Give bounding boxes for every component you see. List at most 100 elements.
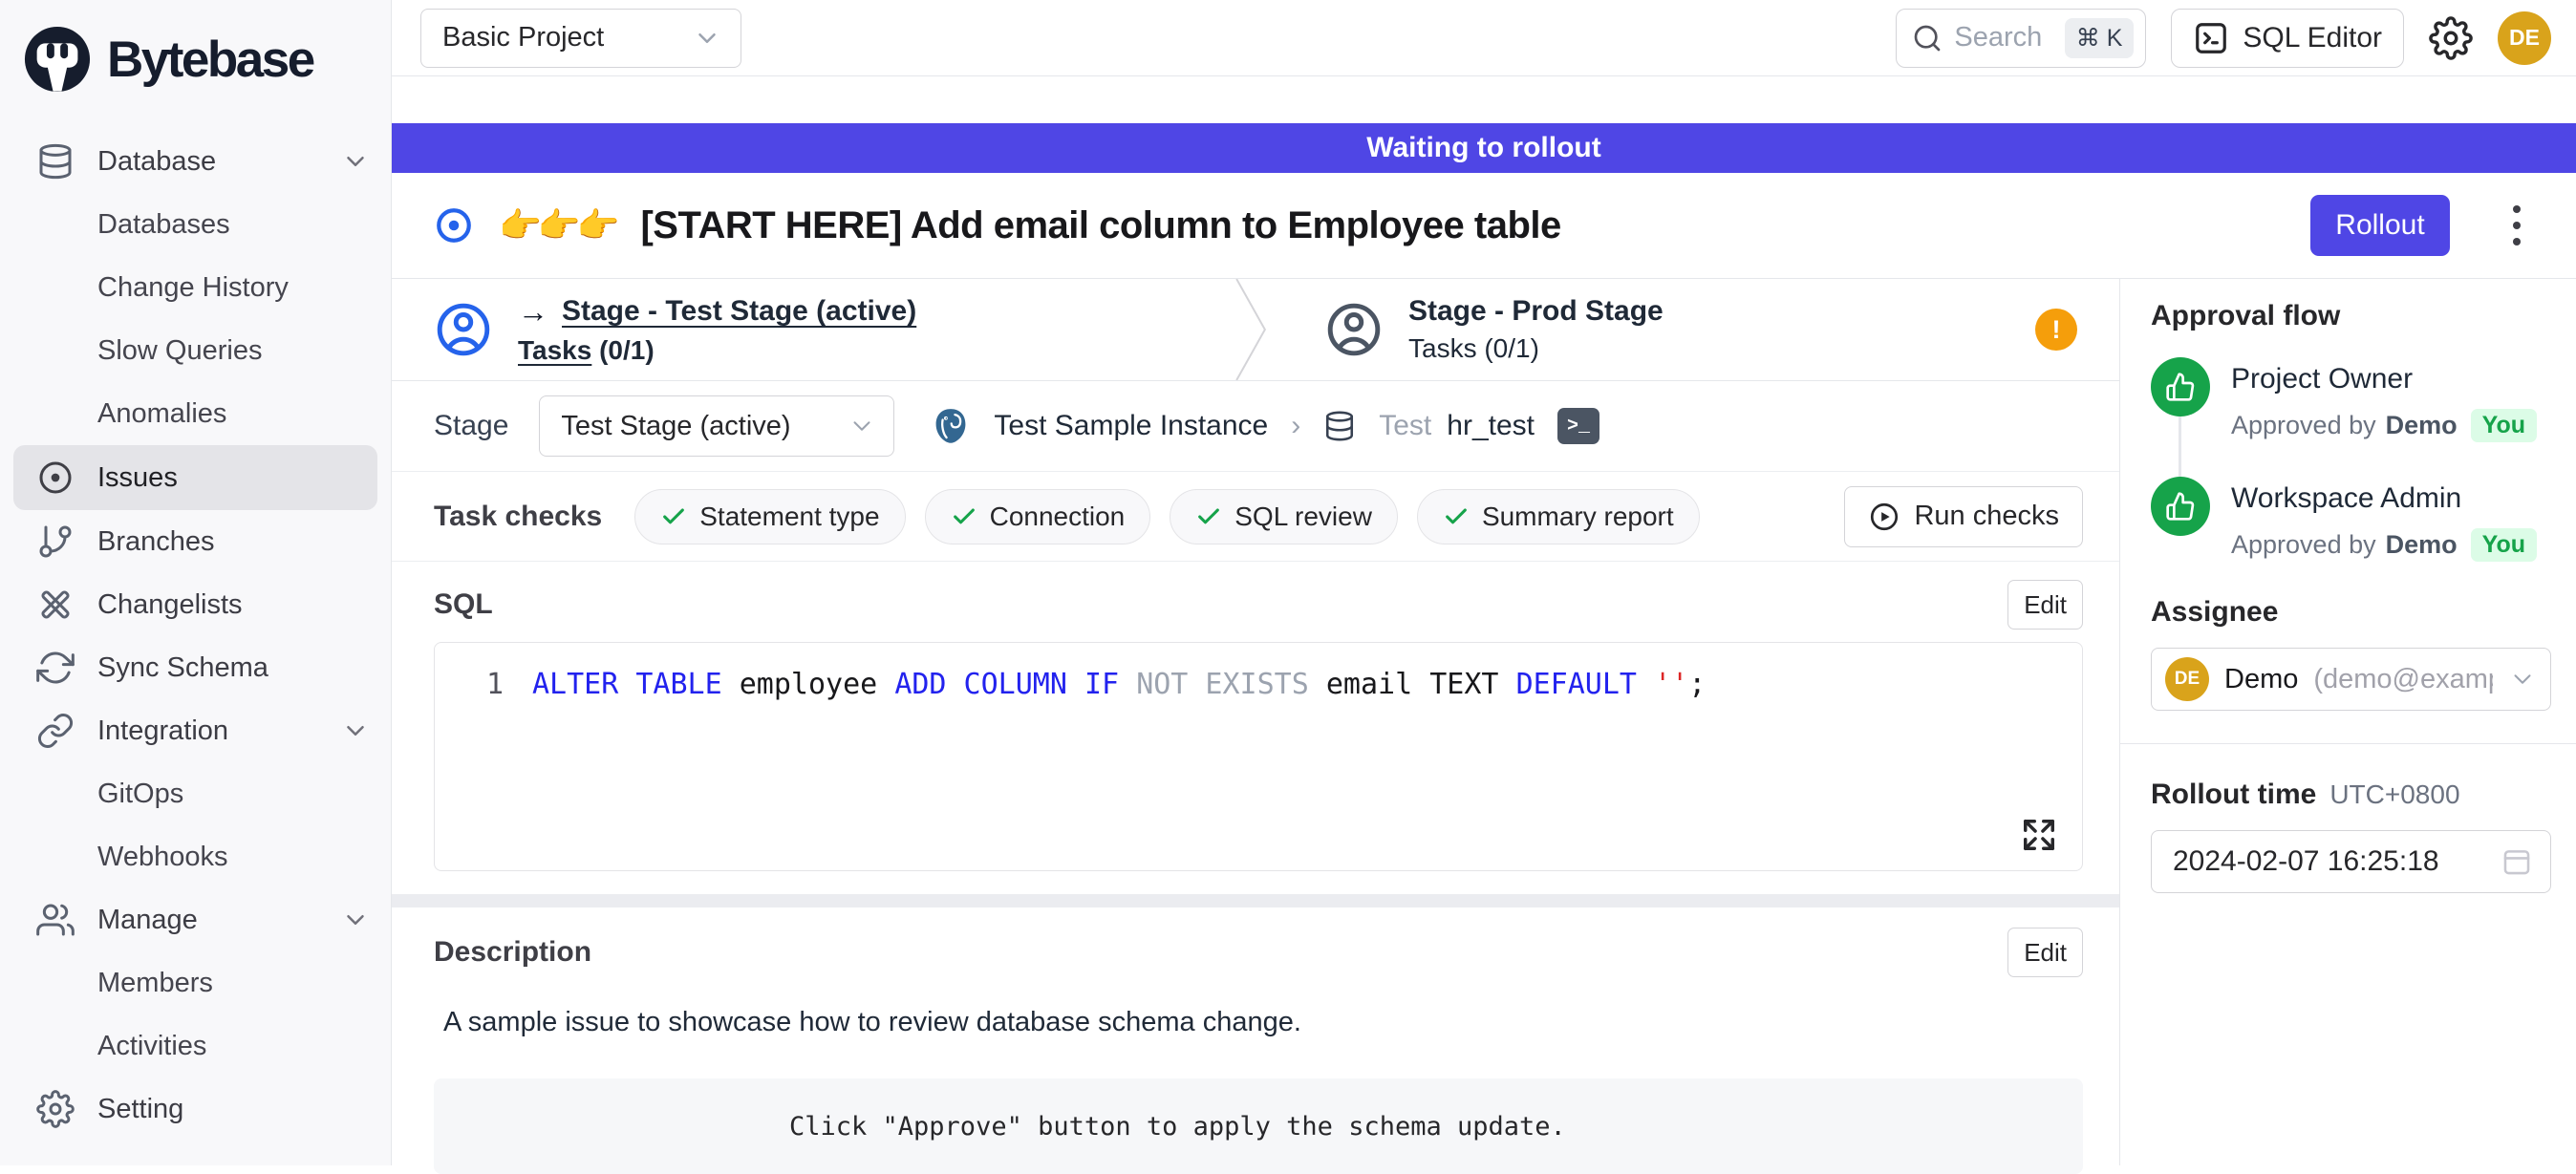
stage-card-test[interactable]: → Stage - Test Stage (active) Tasks (0/1… xyxy=(392,279,1233,380)
sidebar-item-change-history[interactable]: Change History xyxy=(0,256,391,319)
sidebar-nav: Database Databases Change History Slow Q… xyxy=(0,130,391,1141)
more-menu-icon[interactable] xyxy=(2513,205,2521,245)
sql-code-line: 1 ALTER TABLE employee ADD COLUMN IF NOT… xyxy=(435,668,2082,701)
topbar: Basic Project Search ⌘ K SQL Editor DE xyxy=(392,0,2576,76)
users-icon xyxy=(36,901,75,939)
thumbs-up-icon xyxy=(2165,372,2196,402)
sidebar-item-activities[interactable]: Activities xyxy=(0,1014,391,1078)
approved-step-circle xyxy=(2151,357,2210,416)
sql-edit-button[interactable]: Edit xyxy=(2007,580,2083,630)
chevron-down-icon xyxy=(2508,665,2537,694)
user-circle-icon xyxy=(434,300,493,359)
project-selector-value: Basic Project xyxy=(442,22,604,53)
warning-badge: ! xyxy=(2035,309,2077,351)
you-badge: You xyxy=(2471,409,2537,442)
page-title: [START HERE] Add email column to Employe… xyxy=(640,204,1560,247)
assignee-select[interactable]: DE Demo (demo@example xyxy=(2151,648,2551,711)
breadcrumb-separator: › xyxy=(1291,410,1300,442)
check-label: SQL review xyxy=(1234,502,1372,532)
search-input[interactable]: Search ⌘ K xyxy=(1896,9,2146,68)
open-sql-editor-icon[interactable]: >_ xyxy=(1557,408,1599,444)
sidebar-item-members[interactable]: Members xyxy=(0,951,391,1014)
calendar-icon[interactable] xyxy=(2501,845,2533,878)
sidebar-item-issues[interactable]: Issues xyxy=(13,445,377,510)
sidebar: Bytebase Database Databases Change Histo… xyxy=(0,0,392,1165)
search-shortcut-kbd: ⌘ K xyxy=(2065,18,2135,58)
sidebar-item-anomalies[interactable]: Anomalies xyxy=(0,382,391,445)
user-avatar[interactable]: DE xyxy=(2498,11,2551,65)
sidebar-item-setting[interactable]: Setting xyxy=(0,1078,391,1141)
sidebar-item-integration[interactable]: Integration xyxy=(0,699,391,762)
stage-band: → Stage - Test Stage (active) Tasks (0/1… xyxy=(392,279,2119,381)
sidebar-item-changelists[interactable]: Changelists xyxy=(0,573,391,636)
sidebar-item-label: Database xyxy=(97,146,216,178)
main-area: Basic Project Search ⌘ K SQL Editor DE W… xyxy=(392,0,2576,1165)
issue-title-row: 👉👉👉 [START HERE] Add email column to Emp… xyxy=(392,173,2576,279)
title-emoji: 👉👉👉 xyxy=(499,205,615,245)
brand-name: Bytebase xyxy=(107,31,313,89)
stage-card-prod[interactable]: Stage - Prod Stage Tasks (0/1) ! xyxy=(1271,279,2119,380)
stage-tasks-link[interactable]: Tasks xyxy=(1408,333,1477,363)
sidebar-item-sync-schema[interactable]: Sync Schema xyxy=(0,636,391,699)
run-checks-button[interactable]: Run checks xyxy=(1844,486,2083,547)
user-circle-icon xyxy=(1324,300,1384,359)
chevron-down-icon xyxy=(341,906,370,934)
sidebar-item-label: Anomalies xyxy=(97,398,226,430)
sidebar-item-label: GitOps xyxy=(97,779,183,810)
content-row: → Stage - Test Stage (active) Tasks (0/1… xyxy=(392,279,2576,1165)
instance-link[interactable]: Test Sample Instance xyxy=(994,410,1268,442)
chevron-down-icon xyxy=(848,412,876,440)
sidebar-item-branches[interactable]: Branches xyxy=(0,510,391,573)
stage-select-row: Stage Test Stage (active) Test Sample In… xyxy=(392,381,2119,472)
assignee-name: Demo xyxy=(2224,664,2298,695)
topbar-right: Search ⌘ K SQL Editor DE xyxy=(1896,9,2551,68)
postgresql-icon xyxy=(931,406,971,446)
sidebar-item-label: Slow Queries xyxy=(97,335,262,367)
check-pill-connection[interactable]: Connection xyxy=(925,489,1151,544)
approval-status: Approved by xyxy=(2231,411,2376,440)
rollout-button[interactable]: Rollout xyxy=(2310,195,2450,256)
database-icon xyxy=(1323,410,1356,442)
gear-icon[interactable] xyxy=(2429,16,2473,60)
approval-role: Workspace Admin xyxy=(2231,482,2537,515)
check-pill-statement-type[interactable]: Statement type xyxy=(634,489,905,544)
check-label: Statement type xyxy=(699,502,879,532)
expand-fullscreen-icon[interactable] xyxy=(2021,817,2057,853)
stage-select[interactable]: Test Stage (active) xyxy=(539,395,894,457)
sidebar-item-manage[interactable]: Manage xyxy=(0,888,391,951)
assignee-avatar: DE xyxy=(2165,657,2209,701)
rollout-time-value: 2024-02-07 16:25:18 xyxy=(2173,845,2439,878)
sidebar-item-label: Databases xyxy=(97,209,230,241)
sql-code-editor[interactable]: 1 ALTER TABLE employee ADD COLUMN IF NOT… xyxy=(434,642,2083,871)
sql-statement: ALTER TABLE employee ADD COLUMN IF NOT E… xyxy=(532,668,1706,701)
rollout-time-input[interactable]: 2024-02-07 16:25:18 xyxy=(2151,830,2551,893)
stage-tasks-count: (0/1) xyxy=(599,335,655,365)
sidebar-item-slow-queries[interactable]: Slow Queries xyxy=(0,319,391,382)
check-pill-sql-review[interactable]: SQL review xyxy=(1170,489,1398,544)
sidebar-item-label: Activities xyxy=(97,1031,206,1062)
check-label: Summary report xyxy=(1482,502,1674,532)
description-code-block: Click "Approve" button to apply the sche… xyxy=(434,1078,2083,1174)
sidebar-item-label: Issues xyxy=(97,462,178,494)
terminal-icon xyxy=(2193,20,2229,56)
sidebar-item-database[interactable]: Database xyxy=(0,130,391,193)
chevron-down-icon xyxy=(341,716,370,745)
sidebar-item-webhooks[interactable]: Webhooks xyxy=(0,825,391,888)
sql-editor-button[interactable]: SQL Editor xyxy=(2171,9,2404,68)
database-link[interactable]: hr_test xyxy=(1447,410,1535,442)
bytebase-logo[interactable]: Bytebase xyxy=(0,13,391,105)
check-pill-summary-report[interactable]: Summary report xyxy=(1417,489,1700,544)
stage-tasks-count: (0/1) xyxy=(1484,333,1539,363)
approver-name: Demo xyxy=(2386,411,2458,440)
check-icon xyxy=(1195,503,1222,530)
sidebar-item-gitops[interactable]: GitOps xyxy=(0,762,391,825)
description-edit-button[interactable]: Edit xyxy=(2007,928,2083,977)
issue-status-icon xyxy=(434,205,474,245)
approval-step-workspace-admin: Workspace Admin Approved by Demo You xyxy=(2151,477,2551,562)
stage-tasks-link[interactable]: Tasks xyxy=(518,335,591,365)
issue-detail-column: → Stage - Test Stage (active) Tasks (0/1… xyxy=(392,279,2119,1165)
project-selector[interactable]: Basic Project xyxy=(420,9,741,68)
sidebar-item-databases[interactable]: Databases xyxy=(0,193,391,256)
stage-name: Stage - Test Stage (active) xyxy=(562,295,916,328)
chevron-down-icon xyxy=(341,147,370,176)
